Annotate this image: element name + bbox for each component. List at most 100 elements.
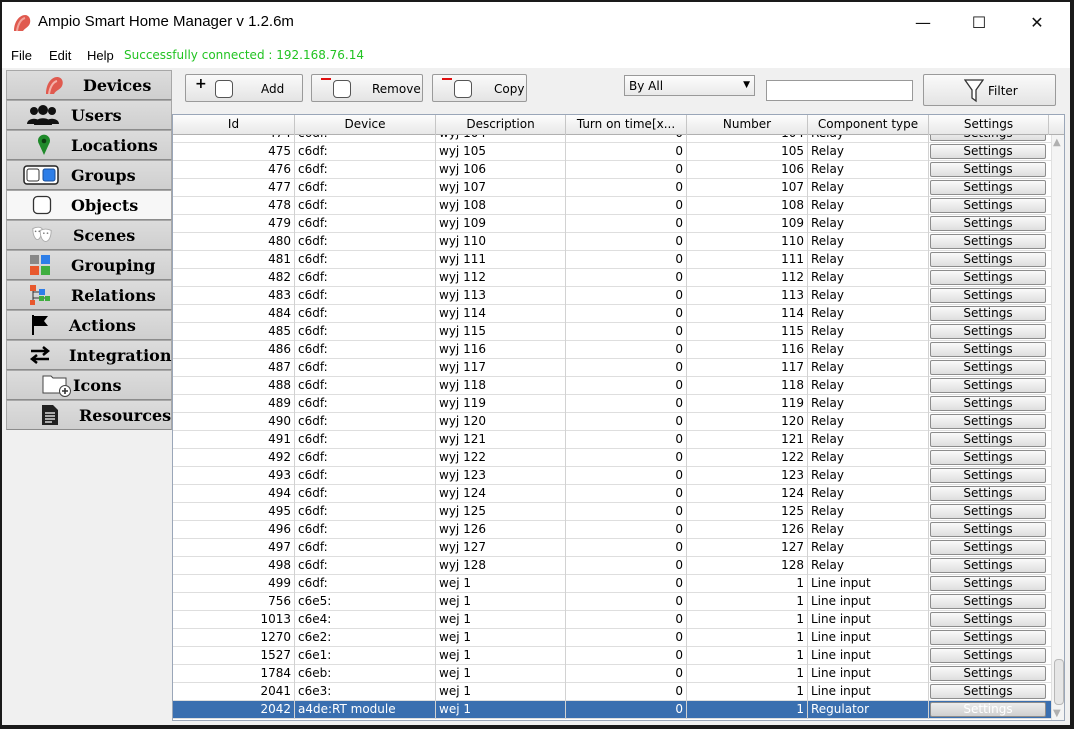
maximize-button[interactable]: ☐ bbox=[956, 6, 1002, 38]
settings-button[interactable]: Settings bbox=[930, 612, 1046, 627]
sidebar-item-integrations[interactable]: Integrations bbox=[6, 340, 180, 370]
settings-button[interactable]: Settings bbox=[930, 234, 1046, 249]
column-header-device[interactable]: Device bbox=[295, 115, 436, 135]
table-row[interactable]: 476 c6df: wyj 106 0 106 Relay Settings bbox=[173, 161, 1051, 179]
table-row[interactable]: 487 c6df: wyj 117 0 117 Relay Settings bbox=[173, 359, 1051, 377]
menu-edit[interactable]: Edit bbox=[49, 48, 71, 63]
table-row[interactable]: 478 c6df: wyj 108 0 108 Relay Settings bbox=[173, 197, 1051, 215]
settings-button[interactable]: Settings bbox=[930, 198, 1046, 213]
vertical-scrollbar[interactable]: ▲ ▼ bbox=[1051, 135, 1064, 720]
settings-button[interactable]: Settings bbox=[930, 135, 1046, 141]
table-row[interactable]: 2041 c6e3: wej 1 0 1 Line input Settings bbox=[173, 683, 1051, 701]
menu-help[interactable]: Help bbox=[87, 48, 114, 63]
scroll-up-icon[interactable]: ▲ bbox=[1053, 137, 1061, 148]
sidebar-item-actions[interactable]: Actions bbox=[6, 310, 172, 340]
settings-button[interactable]: Settings bbox=[930, 450, 1046, 465]
settings-button[interactable]: Settings bbox=[930, 666, 1046, 681]
settings-button[interactable]: Settings bbox=[930, 414, 1046, 429]
sidebar-item-groups[interactable]: Groups bbox=[6, 160, 172, 190]
settings-button[interactable]: Settings bbox=[930, 648, 1046, 663]
filter-text-input[interactable] bbox=[766, 80, 913, 101]
table-row[interactable]: 482 c6df: wyj 112 0 112 Relay Settings bbox=[173, 269, 1051, 287]
settings-button[interactable]: Settings bbox=[930, 522, 1046, 537]
sidebar-item-resources[interactable]: Resources bbox=[6, 400, 172, 430]
table-row[interactable]: 491 c6df: wyj 121 0 121 Relay Settings bbox=[173, 431, 1051, 449]
table-row[interactable]: 475 c6df: wyj 105 0 105 Relay Settings bbox=[173, 143, 1051, 161]
settings-button[interactable]: Settings bbox=[930, 378, 1046, 393]
sidebar-item-devices[interactable]: Devices bbox=[6, 70, 172, 100]
settings-button[interactable]: Settings bbox=[930, 162, 1046, 177]
sidebar-item-scenes[interactable]: Scenes bbox=[6, 220, 172, 250]
table-row[interactable]: 756 c6e5: wej 1 0 1 Line input Settings bbox=[173, 593, 1051, 611]
settings-button[interactable]: Settings bbox=[930, 396, 1046, 411]
settings-button[interactable]: Settings bbox=[930, 684, 1046, 699]
table-row[interactable]: 494 c6df: wyj 124 0 124 Relay Settings bbox=[173, 485, 1051, 503]
table-row[interactable]: 485 c6df: wyj 115 0 115 Relay Settings bbox=[173, 323, 1051, 341]
column-header-settings[interactable]: Settings bbox=[929, 115, 1049, 135]
settings-button[interactable]: Settings bbox=[930, 576, 1046, 591]
sidebar-item-locations[interactable]: Locations bbox=[6, 130, 172, 160]
sidebar-item-relations[interactable]: Relations bbox=[6, 280, 172, 310]
filter-type-select[interactable]: By All ▼ bbox=[624, 75, 755, 96]
minimize-button[interactable]: — bbox=[900, 6, 946, 38]
column-header-turn-on-time[interactable]: Turn on time[x... bbox=[566, 115, 687, 135]
table-row[interactable]: 490 c6df: wyj 120 0 120 Relay Settings bbox=[173, 413, 1051, 431]
table-row[interactable]: 481 c6df: wyj 111 0 111 Relay Settings bbox=[173, 251, 1051, 269]
table-row[interactable]: 477 c6df: wyj 107 0 107 Relay Settings bbox=[173, 179, 1051, 197]
column-header-component-type[interactable]: Component type bbox=[808, 115, 929, 135]
settings-button[interactable]: Settings bbox=[930, 324, 1046, 339]
settings-button[interactable]: Settings bbox=[930, 216, 1046, 231]
table-row[interactable]: 1013 c6e4: wej 1 0 1 Line input Settings bbox=[173, 611, 1051, 629]
table-row[interactable]: 479 c6df: wyj 109 0 109 Relay Settings bbox=[173, 215, 1051, 233]
settings-button[interactable]: Settings bbox=[930, 468, 1046, 483]
settings-button[interactable]: Settings bbox=[930, 540, 1046, 555]
settings-button[interactable]: Settings bbox=[930, 180, 1046, 195]
scroll-down-icon[interactable]: ▼ bbox=[1053, 708, 1061, 719]
settings-button[interactable]: Settings bbox=[930, 630, 1046, 645]
filter-button[interactable]: Filter bbox=[923, 74, 1056, 106]
add-button[interactable]: + Add bbox=[185, 74, 303, 102]
settings-button[interactable]: Settings bbox=[930, 432, 1046, 447]
menu-file[interactable]: File bbox=[11, 48, 32, 63]
settings-button[interactable]: Settings bbox=[930, 558, 1046, 573]
table-row[interactable]: 498 c6df: wyj 128 0 128 Relay Settings bbox=[173, 557, 1051, 575]
table-row[interactable]: 496 c6df: wyj 126 0 126 Relay Settings bbox=[173, 521, 1051, 539]
settings-button[interactable]: Settings bbox=[930, 486, 1046, 501]
sidebar-item-grouping[interactable]: Grouping bbox=[6, 250, 172, 280]
settings-button[interactable]: Settings bbox=[930, 252, 1046, 267]
table-row[interactable]: 492 c6df: wyj 122 0 122 Relay Settings bbox=[173, 449, 1051, 467]
column-header-number[interactable]: Number bbox=[687, 115, 808, 135]
settings-button[interactable]: Settings bbox=[930, 360, 1046, 375]
table-row[interactable]: 1527 c6e1: wej 1 0 1 Line input Settings bbox=[173, 647, 1051, 665]
copy-button[interactable]: Copy bbox=[432, 74, 527, 102]
column-header-id[interactable]: Id bbox=[173, 115, 295, 135]
table-row[interactable]: 1270 c6e2: wej 1 0 1 Line input Settings bbox=[173, 629, 1051, 647]
settings-button[interactable]: Settings bbox=[930, 594, 1046, 609]
settings-button[interactable]: Settings bbox=[930, 702, 1046, 717]
column-header-description[interactable]: Description bbox=[436, 115, 566, 135]
table-row-selected[interactable]: 2042 a4de:RT module wej 1 0 1 Regulator Settin… bbox=[173, 701, 1051, 719]
table-row[interactable]: 1784 c6eb: wej 1 0 1 Line input Settings bbox=[173, 665, 1051, 683]
table-row[interactable]: 497 c6df: wyj 127 0 127 Relay Settings bbox=[173, 539, 1051, 557]
settings-button[interactable]: Settings bbox=[930, 270, 1046, 285]
table-row-partial[interactable]: 474c6df:wyj 1040104RelaySettings bbox=[173, 135, 1051, 143]
table-row[interactable]: 499 c6df: wej 1 0 1 Line input Settings bbox=[173, 575, 1051, 593]
table-row[interactable]: 495 c6df: wyj 125 0 125 Relay Settings bbox=[173, 503, 1051, 521]
settings-button[interactable]: Settings bbox=[930, 288, 1046, 303]
table-row[interactable]: 488 c6df: wyj 118 0 118 Relay Settings bbox=[173, 377, 1051, 395]
table-row[interactable]: 483 c6df: wyj 113 0 113 Relay Settings bbox=[173, 287, 1051, 305]
scrollbar-thumb[interactable] bbox=[1054, 659, 1064, 705]
settings-button[interactable]: Settings bbox=[930, 504, 1046, 519]
close-button[interactable]: ✕ bbox=[1014, 6, 1060, 38]
settings-button[interactable]: Settings bbox=[930, 144, 1046, 159]
settings-button[interactable]: Settings bbox=[930, 306, 1046, 321]
sidebar-item-users[interactable]: Users bbox=[6, 100, 172, 130]
settings-button[interactable]: Settings bbox=[930, 342, 1046, 357]
sidebar-item-objects[interactable]: Objects bbox=[6, 190, 172, 220]
table-row[interactable]: 493 c6df: wyj 123 0 123 Relay Settings bbox=[173, 467, 1051, 485]
sidebar-item-icons[interactable]: Icons bbox=[6, 370, 172, 400]
table-row[interactable]: 486 c6df: wyj 116 0 116 Relay Settings bbox=[173, 341, 1051, 359]
table-row[interactable]: 480 c6df: wyj 110 0 110 Relay Settings bbox=[173, 233, 1051, 251]
table-row[interactable]: 484 c6df: wyj 114 0 114 Relay Settings bbox=[173, 305, 1051, 323]
table-row[interactable]: 489 c6df: wyj 119 0 119 Relay Settings bbox=[173, 395, 1051, 413]
